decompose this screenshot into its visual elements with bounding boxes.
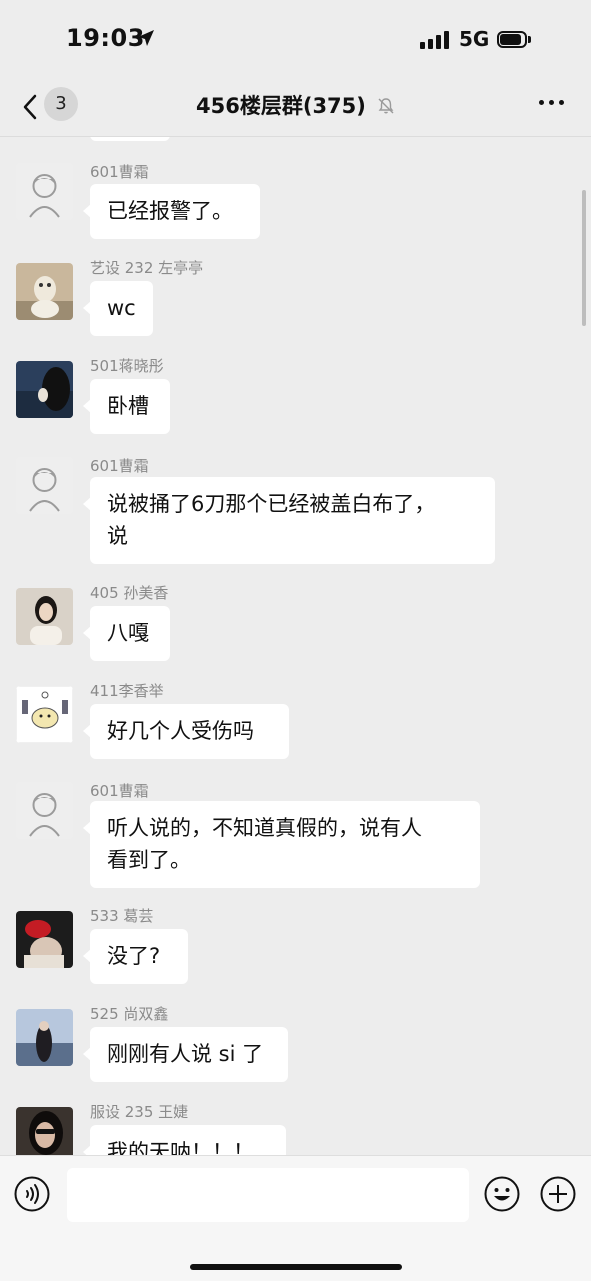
scrollbar[interactable] bbox=[582, 190, 586, 326]
avatar[interactable] bbox=[16, 782, 73, 839]
status-time: 19:03 bbox=[66, 24, 145, 52]
sender-name: 525 尚双鑫 bbox=[90, 1005, 169, 1023]
title-wrap: 456楼层群(375) bbox=[0, 90, 591, 120]
plus-circle-icon[interactable] bbox=[540, 1176, 576, 1212]
avatar[interactable] bbox=[16, 588, 73, 645]
avatar[interactable] bbox=[16, 911, 73, 968]
avatar[interactable] bbox=[16, 361, 73, 418]
message-bubble[interactable]: 刚刚有人说 si 了 bbox=[83, 1027, 288, 1082]
sender-name: 601曹霜 bbox=[90, 163, 149, 181]
sender-name: 服设 235 王婕 bbox=[90, 1103, 189, 1121]
cellular-signal-icon bbox=[420, 31, 450, 49]
location-arrow-icon bbox=[138, 30, 154, 46]
home-indicator[interactable] bbox=[190, 1264, 402, 1270]
partial-message-bubble bbox=[90, 137, 170, 141]
sender-name: 艺设 232 左亭亭 bbox=[90, 259, 204, 277]
message-bubble[interactable]: 说被捅了6刀那个已经被盖白布了， 说 bbox=[83, 477, 495, 564]
emoji-icon[interactable] bbox=[484, 1176, 520, 1212]
sender-name: 601曹霜 bbox=[90, 457, 149, 475]
status-bar: 19:03 5G bbox=[0, 0, 591, 80]
sender-name: 601曹霜 bbox=[90, 782, 149, 800]
bell-off-icon bbox=[378, 98, 394, 114]
avatar[interactable] bbox=[16, 1107, 73, 1155]
chat-header: 3 456楼层群(375) bbox=[0, 80, 591, 137]
message-bubble[interactable]: 好几个人受伤吗 bbox=[83, 704, 289, 759]
message-bubble[interactable]: wc bbox=[83, 281, 153, 336]
message-bubble[interactable]: 卧槽 bbox=[83, 379, 170, 434]
more-dots-icon[interactable] bbox=[539, 100, 565, 106]
message-bubble[interactable]: 我的天呐！！！ bbox=[83, 1125, 286, 1155]
avatar[interactable] bbox=[16, 163, 73, 220]
input-bar bbox=[0, 1155, 591, 1281]
sender-name: 411李香举 bbox=[90, 682, 164, 700]
avatar[interactable] bbox=[16, 457, 73, 514]
avatar[interactable] bbox=[16, 263, 73, 320]
sender-name: 533 葛芸 bbox=[90, 907, 154, 925]
sender-name: 405 孙美香 bbox=[90, 584, 169, 602]
battery-icon bbox=[497, 31, 531, 48]
message-bubble[interactable]: 没了? bbox=[83, 929, 188, 984]
network-type: 5G bbox=[459, 27, 490, 51]
sender-name: 501蒋晓彤 bbox=[90, 357, 164, 375]
message-bubble[interactable]: 八嘎 bbox=[83, 606, 170, 661]
avatar[interactable] bbox=[16, 1009, 73, 1066]
avatar[interactable] bbox=[16, 686, 73, 743]
voice-icon[interactable] bbox=[14, 1176, 50, 1212]
message-bubble[interactable]: 听人说的，不知道真假的，说有人 看到了。 bbox=[83, 801, 480, 888]
chat-title[interactable]: 456楼层群(375) bbox=[196, 94, 366, 118]
message-bubble[interactable]: 已经报警了。 bbox=[83, 184, 260, 239]
message-input[interactable] bbox=[67, 1168, 469, 1222]
message-list[interactable]: 601曹霜 已经报警了。 艺设 232 左亭亭 wc 501蒋晓彤 卧槽 601… bbox=[0, 137, 591, 1155]
